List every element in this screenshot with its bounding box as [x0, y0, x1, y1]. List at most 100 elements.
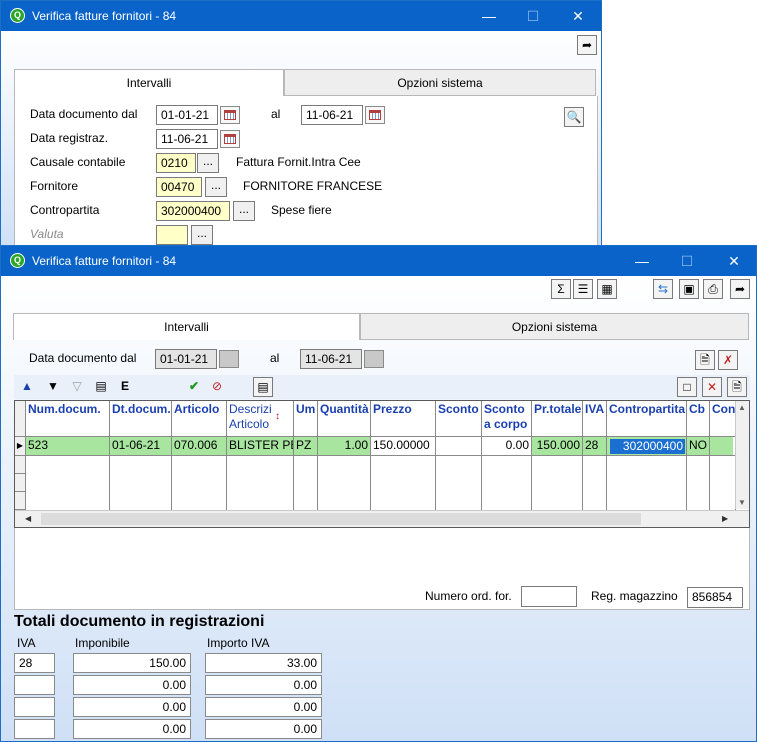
- cell-articolo[interactable]: 070.006: [172, 437, 227, 456]
- filter-icon[interactable]: ▼: [43, 377, 63, 397]
- cell-iva[interactable]: 28: [583, 437, 607, 456]
- tab-intervalli[interactable]: Intervalli: [14, 69, 284, 96]
- totals-imponibile-cell[interactable]: 0.00: [73, 675, 191, 695]
- cell-contropartita[interactable]: 302000400: [610, 439, 685, 454]
- reg-magazzino-field[interactable]: 856854: [687, 587, 743, 608]
- minimize-icon[interactable]: —: [466, 3, 512, 29]
- totals-importo-iva-cell[interactable]: 0.00: [205, 675, 322, 695]
- totals-iva-cell[interactable]: [14, 697, 55, 717]
- document-icon[interactable]: 🗎: [695, 350, 715, 370]
- totals-imponibile-cell[interactable]: 150.00: [73, 653, 191, 673]
- arrow-up-icon[interactable]: ▲: [17, 377, 37, 397]
- cell-con[interactable]: [710, 437, 736, 456]
- totals-iva-cell[interactable]: [14, 719, 55, 739]
- col-header-pr-totale[interactable]: Pr.totale: [532, 401, 583, 437]
- col-header-cb[interactable]: Cb: [687, 401, 710, 437]
- tab-opzioni-sistema[interactable]: Opzioni sistema: [284, 69, 596, 96]
- exit-icon[interactable]: ➦: [577, 35, 597, 55]
- row-indicator[interactable]: [15, 474, 26, 492]
- scroll-thumb[interactable]: [41, 513, 641, 525]
- excel-export-icon[interactable]: E: [115, 377, 135, 397]
- row-indicator[interactable]: [15, 456, 26, 474]
- col-header-um[interactable]: Um: [294, 401, 318, 437]
- sum-icon[interactable]: Σ: [551, 279, 571, 299]
- calendar-icon[interactable]: [220, 130, 240, 148]
- data-al-field[interactable]: 11-06-21: [301, 105, 363, 125]
- cell-um[interactable]: PZ: [294, 437, 318, 456]
- col-header-contropartita[interactable]: Contropartita: [607, 401, 687, 437]
- cell-descrizione[interactable]: BLISTER PE: [227, 437, 294, 456]
- grid-calc-icon[interactable]: ▦: [597, 279, 617, 299]
- row-indicator[interactable]: [15, 492, 26, 510]
- tab-intervalli[interactable]: Intervalli: [13, 313, 360, 340]
- horizontal-scrollbar[interactable]: ◀ ▶: [15, 510, 749, 527]
- row-indicator[interactable]: ▶: [15, 437, 26, 456]
- totals-iva-cell[interactable]: [14, 675, 55, 695]
- back-title-bar[interactable]: Q Verifica fatture fornitori - 84 — ☐ ✕: [1, 1, 601, 31]
- minimize-icon[interactable]: —: [619, 248, 665, 274]
- cell-cb[interactable]: NO: [687, 437, 710, 456]
- print-icon[interactable]: ⎙: [703, 279, 723, 299]
- close-icon[interactable]: ✕: [555, 3, 601, 29]
- document-lines-grid[interactable]: ▶ Num.docum. Dt.docum. Articolo Descrizi…: [14, 400, 750, 528]
- maximize-icon[interactable]: ☐: [664, 248, 710, 274]
- close-icon[interactable]: ✕: [711, 248, 756, 274]
- valuta-lookup-button[interactable]: ...: [191, 225, 213, 245]
- data-dal-field[interactable]: 01-01-21: [155, 349, 217, 369]
- cell-sconto[interactable]: [436, 437, 482, 456]
- col-header-sconto-a-corpo[interactable]: Sconto a corpo: [482, 401, 532, 437]
- maximize-icon[interactable]: ☐: [510, 3, 556, 29]
- cell-pr-totale[interactable]: 150.000: [532, 437, 583, 456]
- cell-num-docum[interactable]: 523: [26, 437, 110, 456]
- columns-icon[interactable]: ▤: [91, 377, 111, 397]
- fornitore-code-field[interactable]: 00470: [156, 177, 202, 197]
- calendar-icon[interactable]: [365, 106, 385, 124]
- col-header-num-docum[interactable]: Num.docum.: [26, 401, 110, 437]
- cell-quantita[interactable]: 1.00: [318, 437, 371, 456]
- cell-sconto-a-corpo[interactable]: 0.00: [482, 437, 532, 456]
- scroll-left-icon[interactable]: ◀: [25, 514, 31, 523]
- scroll-right-icon[interactable]: ▶: [722, 514, 728, 523]
- list-icon[interactable]: ☰: [573, 279, 593, 299]
- cell-prezzo[interactable]: 150.00000: [371, 437, 436, 456]
- col-header-articolo[interactable]: Articolo: [172, 401, 227, 437]
- col-header-descrizione[interactable]: Descrizi Articolo: [227, 401, 294, 437]
- totals-iva-cell[interactable]: 28: [14, 653, 55, 673]
- new-document-icon[interactable]: 🗎: [727, 377, 747, 397]
- valuta-code-field[interactable]: [156, 225, 188, 245]
- cell-dt-docum[interactable]: 01-06-21: [110, 437, 172, 456]
- filter-off-icon[interactable]: ▽: [67, 377, 87, 397]
- swap-icon[interactable]: ⇆: [653, 279, 673, 299]
- scroll-up-icon[interactable]: ▲: [738, 403, 746, 412]
- save-icon[interactable]: ▣: [679, 279, 699, 299]
- scroll-down-icon[interactable]: ▼: [738, 498, 746, 507]
- fornitore-lookup-button[interactable]: ...: [205, 177, 227, 197]
- contropartita-code-field[interactable]: 302000400: [156, 201, 230, 221]
- clear-filter-icon[interactable]: ✗: [718, 350, 738, 370]
- numero-ord-field[interactable]: [521, 586, 577, 607]
- delete-icon[interactable]: ✕: [702, 377, 722, 397]
- causale-code-field[interactable]: 0210: [156, 153, 196, 173]
- cancel-icon[interactable]: ⊘: [207, 377, 227, 397]
- data-dal-field[interactable]: 01-01-21: [156, 105, 218, 125]
- data-registrazione-field[interactable]: 11-06-21: [156, 129, 218, 149]
- window-icon[interactable]: ▤: [253, 377, 273, 397]
- totals-imponibile-cell[interactable]: 0.00: [73, 719, 191, 739]
- totals-importo-iva-cell[interactable]: 0.00: [205, 719, 322, 739]
- totals-imponibile-cell[interactable]: 0.00: [73, 697, 191, 717]
- contropartita-lookup-button[interactable]: ...: [233, 201, 255, 221]
- confirm-icon[interactable]: ✔: [184, 377, 204, 397]
- new-window-icon[interactable]: □: [677, 377, 697, 397]
- search-icon[interactable]: 🔍: [564, 107, 584, 127]
- front-title-bar[interactable]: Q Verifica fatture fornitori - 84 — ☐ ✕: [1, 246, 756, 276]
- causale-lookup-button[interactable]: ...: [197, 153, 219, 173]
- totals-importo-iva-cell[interactable]: 33.00: [205, 653, 322, 673]
- exit-icon[interactable]: ➦: [730, 279, 750, 299]
- col-header-sconto[interactable]: Sconto: [436, 401, 482, 437]
- vertical-scrollbar[interactable]: ▲ ▼: [735, 401, 749, 509]
- col-header-prezzo[interactable]: Prezzo: [371, 401, 436, 437]
- calendar-icon[interactable]: [220, 106, 240, 124]
- col-header-iva[interactable]: IVA: [583, 401, 607, 437]
- sort-icon[interactable]: ↕: [275, 411, 280, 422]
- totals-importo-iva-cell[interactable]: 0.00: [205, 697, 322, 717]
